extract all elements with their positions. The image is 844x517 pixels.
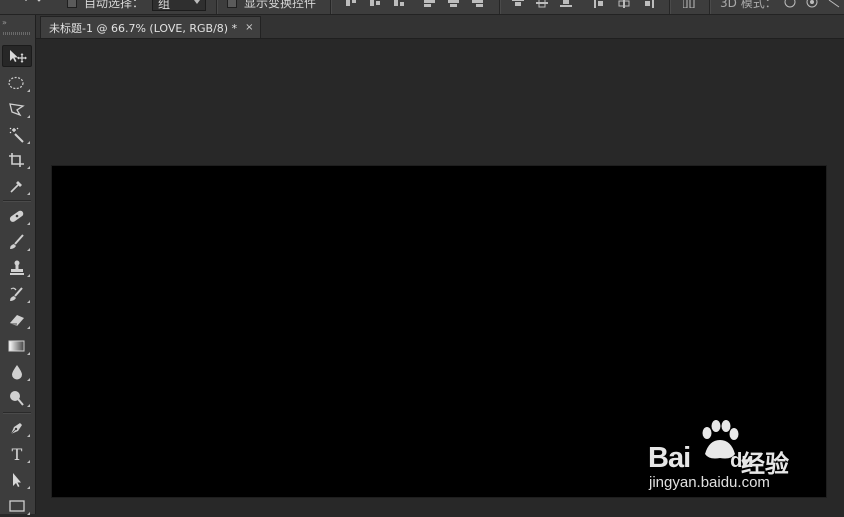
- move-options-icon[interactable]: [20, 0, 44, 12]
- auto-select-label: 自动选择：: [84, 0, 145, 10]
- align-vertical-center-icon[interactable]: [369, 0, 381, 8]
- crop-tool-icon[interactable]: [2, 149, 32, 171]
- 3d-mode-label: 3D 模式：: [720, 0, 777, 10]
- align-bottom-icon[interactable]: [393, 0, 405, 8]
- divider: [669, 0, 671, 14]
- roll-3d-icon[interactable]: [806, 0, 818, 8]
- panel-grip[interactable]: [3, 32, 31, 35]
- move-tool-icon[interactable]: [2, 45, 32, 67]
- distribute-horizontal-icon[interactable]: [618, 0, 630, 8]
- document-tab-title: 未标题-1 @ 66.7% (LOVE, RGB/8) *: [49, 21, 238, 35]
- close-icon[interactable]: ×: [245, 22, 253, 33]
- divider: [709, 0, 711, 14]
- chevron-down-icon: [194, 0, 200, 4]
- document-tab[interactable]: 未标题-1 @ 66.7% (LOVE, RGB/8) * ×: [40, 16, 262, 38]
- document-tab-bar: 未标题-1 @ 66.7% (LOVE, RGB/8) * ×: [36, 15, 844, 39]
- auto-select-value: 组: [158, 0, 171, 11]
- auto-select-checkbox[interactable]: [67, 0, 77, 8]
- polygonal-lasso-tool-icon[interactable]: [2, 98, 32, 120]
- distribute-right-icon[interactable]: [642, 0, 654, 8]
- distribute-left-icon[interactable]: [594, 0, 606, 8]
- dodge-tool-icon[interactable]: [2, 387, 32, 409]
- gradient-tool-icon[interactable]: [2, 335, 32, 357]
- distribute-top-icon[interactable]: [512, 0, 524, 8]
- collapse-panel-icon[interactable]: »: [2, 18, 7, 27]
- align-right-icon[interactable]: [472, 0, 484, 8]
- baidu-jingyan-watermark: Bai du 经验 jingyan.baidu.com: [645, 420, 805, 498]
- clone-stamp-tool-icon[interactable]: [2, 257, 32, 279]
- show-transform-checkbox[interactable]: [227, 0, 237, 8]
- divider: [216, 0, 218, 14]
- align-horizontal-center-icon[interactable]: [448, 0, 460, 8]
- pen-tool-icon[interactable]: [2, 417, 32, 439]
- show-transform-label: 显示变换控件: [244, 0, 317, 10]
- tool-divider: [3, 200, 31, 202]
- healing-brush-tool-icon[interactable]: [2, 205, 32, 227]
- rotate-3d-icon[interactable]: [784, 0, 796, 8]
- eraser-tool-icon[interactable]: [2, 309, 32, 331]
- divider: [330, 0, 332, 14]
- magic-wand-tool-icon[interactable]: [2, 124, 32, 146]
- distribute-bottom-icon[interactable]: [560, 0, 572, 8]
- tool-divider: [3, 412, 31, 414]
- align-left-icon[interactable]: [424, 0, 436, 8]
- history-brush-tool-icon[interactable]: [2, 283, 32, 305]
- auto-select-dropdown[interactable]: 组: [152, 0, 206, 11]
- brush-tool-icon[interactable]: [2, 231, 32, 253]
- tool-panel: » T: [0, 15, 36, 515]
- elliptical-marquee-tool-icon[interactable]: [2, 72, 32, 94]
- type-tool-glyph: T: [11, 444, 23, 464]
- eyedropper-tool-icon[interactable]: [2, 175, 32, 197]
- blur-tool-icon[interactable]: [2, 361, 32, 383]
- options-bar: 自动选择： 组 显示变换控件 3D 模式：: [0, 0, 844, 15]
- watermark-url: jingyan.baidu.com: [649, 474, 770, 491]
- align-top-icon[interactable]: [345, 0, 357, 8]
- watermark-brand: Bai du: [648, 442, 754, 474]
- drag-3d-icon[interactable]: [828, 0, 840, 8]
- path-selection-tool-icon[interactable]: [2, 469, 32, 491]
- auto-align-icon[interactable]: [683, 0, 695, 8]
- divider: [499, 0, 501, 14]
- type-tool-icon[interactable]: T: [2, 443, 32, 465]
- distribute-center-icon[interactable]: [536, 0, 548, 8]
